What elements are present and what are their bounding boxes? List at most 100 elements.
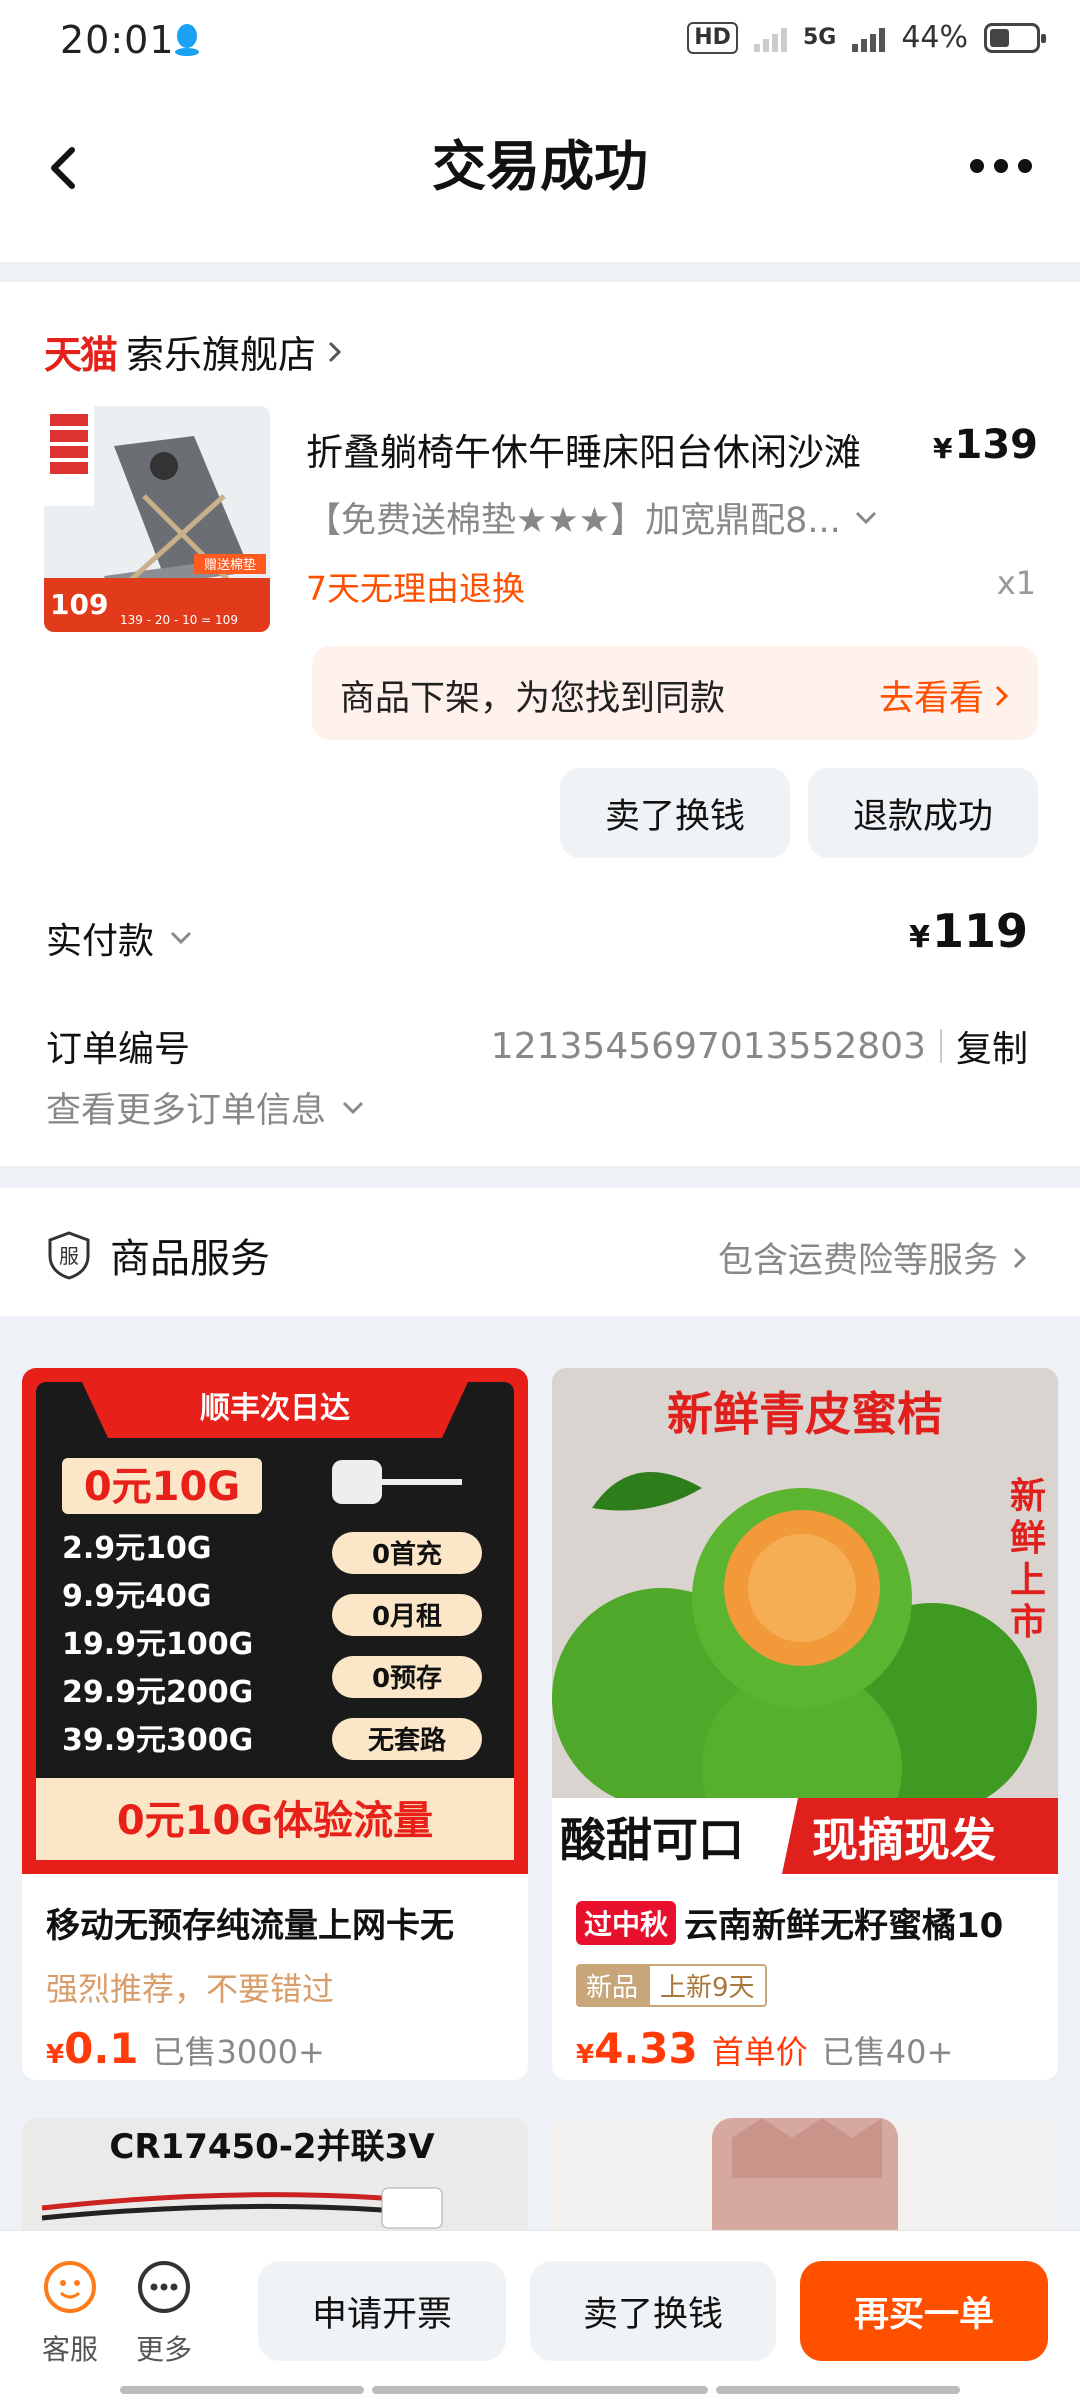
sim-plan-text: 29.9元200G [62, 1675, 253, 1710]
delisted-notice[interactable]: 商品下架，为您找到同款 去看看 [312, 646, 1038, 740]
battery-icon [984, 22, 1046, 53]
refund-status-button[interactable]: 退款成功 [808, 768, 1038, 858]
return-policy-tag: 7天无理由退换 [306, 569, 525, 608]
home-indicator [716, 2386, 960, 2394]
tan-side-text: 新 [1010, 1475, 1046, 1517]
more-icon [138, 2261, 190, 2313]
tan-side-text: 市 [1010, 1601, 1046, 1643]
dot-icon [1018, 159, 1032, 173]
tangerine-ad-image: 新鲜青皮蜜桔 新 鲜 上 市 酸甜可口 现摘现发 [552, 1368, 1058, 1874]
currency-symbol: ¥ [576, 2040, 595, 2070]
sim-card-ad-image: 顺丰次日达 0元10G 2.9元10G 9.9元40G 19.9元100G 29… [22, 1368, 528, 1874]
request-invoice-button[interactable]: 申请开票 [258, 2261, 506, 2361]
rec-title: 移动无预存纯流量上网卡无 [46, 1906, 454, 1946]
service-icon-char: 服 [59, 1244, 79, 1268]
paid-amount-value: 119 [931, 904, 1028, 958]
paid-amount-toggle[interactable]: 实付款 [46, 912, 194, 964]
sim-plan-text: 2.9元10G [62, 1531, 212, 1566]
signal-icon-2 [852, 24, 886, 52]
recommendation-card[interactable]: 新鲜青皮蜜桔 新 鲜 上 市 酸甜可口 现摘现发 过中秋 云南新鲜无籽蜜橘10 … [552, 1368, 1058, 2080]
recommendation-card[interactable]: 顺丰次日达 0元10G 2.9元10G 9.9元40G 19.9元100G 29… [22, 1368, 528, 2080]
product-service-row[interactable]: 服 商品服务 包含运费险等服务 [0, 1188, 1080, 1316]
price-value: 139 [954, 422, 1039, 468]
sell-for-cash-button[interactable]: 卖了换钱 [530, 2261, 776, 2361]
image-calc-text: 139 - 20 - 10 = 109 [120, 613, 238, 627]
rec-title-text: 云南新鲜无籽蜜橘10 [684, 1906, 1004, 1946]
image-price-text: 109 [50, 588, 108, 621]
notice-link[interactable]: 去看看 [879, 670, 1010, 721]
order-card: 天猫 索乐旗舰店 赠送棉垫 109 139 - 20 - 10 = 109 折叠… [0, 282, 1080, 1166]
sim-pill-text: 无套路 [368, 1725, 447, 1756]
tan-footer-right-text: 现摘现发 [812, 1813, 996, 1867]
service-summary-text: 包含运费险等服务 [717, 1241, 998, 1281]
lounge-chair-image: 赠送棉垫 109 139 - 20 - 10 = 109 [44, 406, 270, 632]
shop-link[interactable]: 天猫 索乐旗舰店 [44, 324, 344, 379]
service-label: 商品服务 [110, 1236, 270, 1282]
sim-plan-text: 9.9元40G [62, 1579, 212, 1614]
status-bar: 20:01 HD 5G 44% [0, 0, 1080, 84]
product-title[interactable]: 折叠躺椅午休午睡床阳台休闲沙滩 [306, 422, 926, 476]
product-image[interactable]: 赠送棉垫 109 139 - 20 - 10 = 109 [44, 406, 270, 632]
rec-price: ¥4.33 [576, 2024, 698, 2073]
network-label: 5G [802, 25, 837, 50]
tan-side-text: 鲜 [1010, 1517, 1046, 1559]
home-indicator [372, 2386, 708, 2394]
product-quantity: x1 [996, 564, 1036, 602]
customer-service-button[interactable]: 客服 [30, 2259, 110, 2368]
status-time: 20:01 [60, 18, 175, 62]
divider [939, 1029, 942, 1063]
price-note: 首单价 [711, 2033, 808, 2071]
signal-icon-1 [753, 24, 787, 52]
rec-price-row: ¥4.33 首单价 已售40+ [576, 2024, 953, 2073]
tan-header-text: 新鲜青皮蜜桔 [667, 1387, 943, 1441]
bottom-action-bar: 客服 更多 申请开票 卖了换钱 再买一单 [0, 2230, 1080, 2400]
tan-footer-left-text: 酸甜可口 [560, 1813, 744, 1867]
product-sku[interactable]: 【免费送棉垫★★★】加宽鼎配8... [306, 492, 879, 543]
shop-name: 索乐旗舰店 [126, 333, 317, 377]
rec-subtitle: 强烈推荐，不要错过 [46, 1970, 335, 2008]
more-label: 更多 [135, 2333, 192, 2366]
nav-bar: 交易成功 [0, 84, 1080, 262]
battery-fill [990, 28, 1010, 47]
more-options-button[interactable] [970, 146, 1040, 186]
chevron-right-icon [328, 341, 342, 362]
service-title: 服 商品服务 [46, 1226, 270, 1284]
rec-price-value: 0.1 [64, 2024, 139, 2073]
promo-tag: 过中秋 [576, 1900, 677, 1945]
status-icons: HD 5G 44% [687, 20, 1046, 55]
dot-icon [970, 159, 984, 173]
sim-pill-text: 0首充 [372, 1539, 442, 1570]
notice-link-label: 去看看 [878, 679, 984, 719]
sim-plan-text: 39.9元300G [62, 1723, 253, 1758]
paid-label: 实付款 [46, 921, 155, 962]
home-indicator [120, 2386, 364, 2394]
sku-text: 【免费送棉垫★★★】加宽鼎配8... [306, 501, 841, 541]
rec-price-row: ¥0.1 已售3000+ [46, 2024, 325, 2073]
rec-price-value: 4.33 [594, 2024, 698, 2073]
more-info-label: 查看更多订单信息 [46, 1091, 327, 1131]
chevron-right-icon [995, 685, 1009, 706]
copy-button[interactable]: 复制 [956, 1020, 1028, 1072]
qq-icon [175, 24, 199, 56]
chevron-down-icon [855, 511, 876, 524]
sim-pill-text: 0预存 [372, 1664, 442, 1694]
hd-badge: HD [687, 21, 738, 54]
chevron-down-icon [170, 931, 192, 945]
dot-icon [994, 159, 1008, 173]
buy-again-button[interactable]: 再买一单 [800, 2261, 1048, 2361]
badge-days: 上新9天 [648, 1964, 767, 2007]
more-order-info-link[interactable]: 查看更多订单信息 [46, 1082, 366, 1133]
rec-sold: 已售40+ [821, 2033, 954, 2071]
order-number-label: 订单编号 [46, 1029, 191, 1070]
service-summary[interactable]: 包含运费险等服务 [718, 1232, 1028, 1283]
notice-text: 商品下架，为您找到同款 [340, 679, 726, 719]
more-button[interactable]: 更多 [124, 2259, 204, 2368]
rec-price: ¥0.1 [46, 2024, 139, 2073]
battery-percent: 44% [901, 20, 968, 55]
order-number-value: 1213545697013552803 [490, 1025, 926, 1067]
rec-sold: 已售3000+ [152, 2033, 325, 2071]
tan-side-text: 上 [1010, 1559, 1046, 1601]
page-title: 交易成功 [432, 135, 648, 198]
product-price: ¥139 [933, 422, 1038, 468]
sell-button[interactable]: 卖了换钱 [560, 768, 790, 858]
